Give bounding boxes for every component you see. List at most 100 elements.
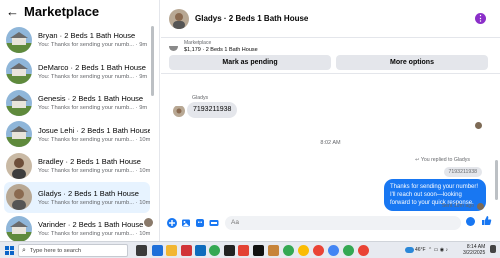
weather-icon[interactable] (405, 247, 414, 253)
conversation-title: Josue Lehi · 2 Beds 1 Bath House (38, 125, 150, 135)
conversation-title: Genesis · 2 Beds 1 Bath House (38, 94, 144, 104)
windows-taskbar: ⌕ Type here to search 46°F ⌃ ▭ ◉ ♪ 8:14 … (0, 241, 500, 258)
message-input[interactable] (225, 216, 461, 230)
person-avatar-icon (6, 184, 32, 211)
conversation-time: 10m (139, 199, 150, 206)
conversation-item-genesis[interactable]: Genesis · 2 Beds 1 Bath House You: Thank… (0, 87, 154, 119)
listing-label: Marketplace (184, 39, 212, 46)
app-icon[interactable] (253, 245, 264, 256)
conversation-preview: You: Thanks for sending your numb... (38, 105, 135, 112)
house-thumbnail-icon (6, 26, 32, 53)
conversation-title: Bryan · 2 Beds 1 Bath House (38, 31, 136, 41)
conversation-title: Varinder · 2 Beds 1 Bath House (38, 220, 144, 230)
sender-name: Gladys (192, 95, 209, 101)
conversation-item-demarco[interactable]: DeMarco · 2 Beds 1 Bath House You: Thank… (0, 56, 154, 88)
marketplace-panel: ← Marketplace Bryan · 2 Beds 1 Bath Hous… (0, 0, 160, 241)
app-icon[interactable] (268, 245, 279, 256)
conversation-item-bradley[interactable]: Bradley · 2 Beds 1 Bath House You: Thank… (0, 150, 154, 182)
seen-avatar (475, 122, 482, 129)
conversation-time: 10m (139, 231, 150, 238)
house-thumbnail-icon (6, 58, 32, 85)
conversation-preview: You: Thanks for sending your numb... (38, 136, 135, 143)
emoji-icon[interactable] (466, 217, 475, 226)
house-thumbnail-icon (6, 89, 32, 116)
divider (161, 73, 500, 74)
terminal-icon[interactable] (224, 245, 235, 256)
marketplace-title: Marketplace (24, 3, 100, 19)
conversation-header: Gladys · 2 Beds 1 Bath House ⋮ (161, 0, 500, 38)
app-icon[interactable] (181, 245, 192, 256)
chrome-icon[interactable] (328, 245, 339, 256)
taskbar-search-input[interactable]: ⌕ Type here to search (18, 244, 128, 257)
system-tray-icons[interactable]: ⌃ ▭ ◉ ♪ (428, 247, 448, 253)
conversation-item-varinder[interactable]: Varinder · 2 Beds 1 Bath House You: Than… (0, 213, 154, 241)
chrome-icon[interactable] (209, 245, 220, 256)
clock[interactable]: 8:14 AM 3/22/2025 (463, 244, 485, 256)
conversation-list: Bryan · 2 Beds 1 Bath House You: Thanks … (0, 24, 154, 241)
conversation-item-bryan[interactable]: Bryan · 2 Beds 1 Bath House You: Thanks … (0, 24, 154, 56)
replied-label: ↩ You replied to Gladys (415, 157, 470, 163)
conversation-item-gladys[interactable]: Gladys · 2 Beds 1 Bath House You: Thanks… (4, 181, 150, 213)
marketplace-header: ← Marketplace (0, 0, 159, 22)
conversation-preview: You: Thanks for sending your numb... (38, 42, 135, 49)
chrome-icon[interactable] (358, 245, 369, 256)
edge-browser-icon[interactable] (152, 245, 163, 256)
chrome-icon[interactable] (283, 245, 294, 256)
listing-price: $1,179 · 2 Beds 1 Bath House (184, 46, 258, 53)
chrome-icon[interactable] (298, 245, 309, 256)
incoming-message-bubble[interactable]: 7193211938 (187, 102, 238, 118)
sender-avatar (173, 105, 185, 117)
listing-summary[interactable]: Marketplace $1,179 · 2 Beds 1 Bath House (169, 38, 489, 54)
brave-icon[interactable] (238, 245, 249, 256)
task-view-icon[interactable] (136, 245, 147, 256)
contact-avatar[interactable] (169, 8, 189, 29)
chrome-icon[interactable] (313, 245, 324, 256)
add-icon[interactable] (167, 218, 177, 228)
conversation-title: Gladys · 2 Beds 1 Bath House (38, 188, 139, 198)
conversation-scrollbar[interactable] (495, 160, 498, 200)
photo-icon[interactable] (181, 218, 191, 228)
back-arrow-icon[interactable]: ← (6, 4, 22, 19)
store-icon[interactable] (195, 245, 206, 256)
seen-avatar (144, 218, 153, 227)
conversation-preview: You: Thanks for sending your numb... (38, 231, 135, 238)
notifications-icon[interactable] (490, 245, 496, 253)
reply-icon: ↩ (415, 157, 420, 163)
message-composer (161, 212, 500, 234)
gif-icon[interactable] (209, 218, 219, 228)
conversation-item-josue-lehi[interactable]: Josue Lehi · 2 Beds 1 Bath House You: Th… (0, 119, 154, 151)
conversation-time: 9m (139, 105, 148, 112)
conversation-time: 10m (139, 136, 150, 143)
file-explorer-icon[interactable] (166, 245, 177, 256)
conversation-time: 9m (139, 73, 148, 80)
seen-avatar (477, 203, 484, 210)
search-icon: ⌕ (22, 246, 26, 254)
conversation-preview: You: Thanks for sending your numb... (38, 199, 135, 206)
mark-as-pending-button[interactable]: Mark as pending (169, 55, 331, 70)
windows-start-icon[interactable] (5, 246, 14, 255)
clock-date: 3/22/2025 (463, 250, 486, 256)
conversation-title: DeMarco · 2 Beds 1 Bath House (38, 62, 146, 72)
house-thumbnail-icon (6, 121, 32, 148)
conversation-title[interactable]: Gladys · 2 Beds 1 Bath House (195, 14, 308, 23)
weather-temperature[interactable]: 46°F (415, 247, 426, 253)
conversation-preview: You: Thanks for sending your numb... (38, 73, 135, 80)
message-timestamp: 8:02 AM (320, 140, 341, 146)
thumbs-up-icon[interactable] (481, 215, 492, 229)
conversation-panel: Gladys · 2 Beds 1 Bath House ⋮ Marketpla… (161, 0, 500, 241)
conversation-time: 10m (139, 168, 150, 175)
conversation-preview: You: Thanks for sending your numb... (38, 168, 135, 175)
conversation-title: Bradley · 2 Beds 1 Bath House (38, 157, 141, 167)
chrome-icon[interactable] (343, 245, 354, 256)
search-placeholder: Type here to search (29, 247, 82, 254)
replied-label-text: You replied to Gladys (420, 157, 470, 163)
more-options-button[interactable]: More options (336, 55, 488, 70)
conversation-time: 9m (139, 42, 148, 49)
house-thumbnail-icon (6, 215, 32, 241)
person-avatar-icon (6, 152, 32, 179)
sent-status: Sent 10m ago (441, 203, 474, 209)
reply-quote[interactable]: 7193211938 (443, 167, 482, 177)
sticker-icon[interactable] (195, 218, 205, 228)
more-options-icon[interactable]: ⋮ (475, 13, 486, 24)
listing-thumbnail-icon (169, 42, 178, 51)
